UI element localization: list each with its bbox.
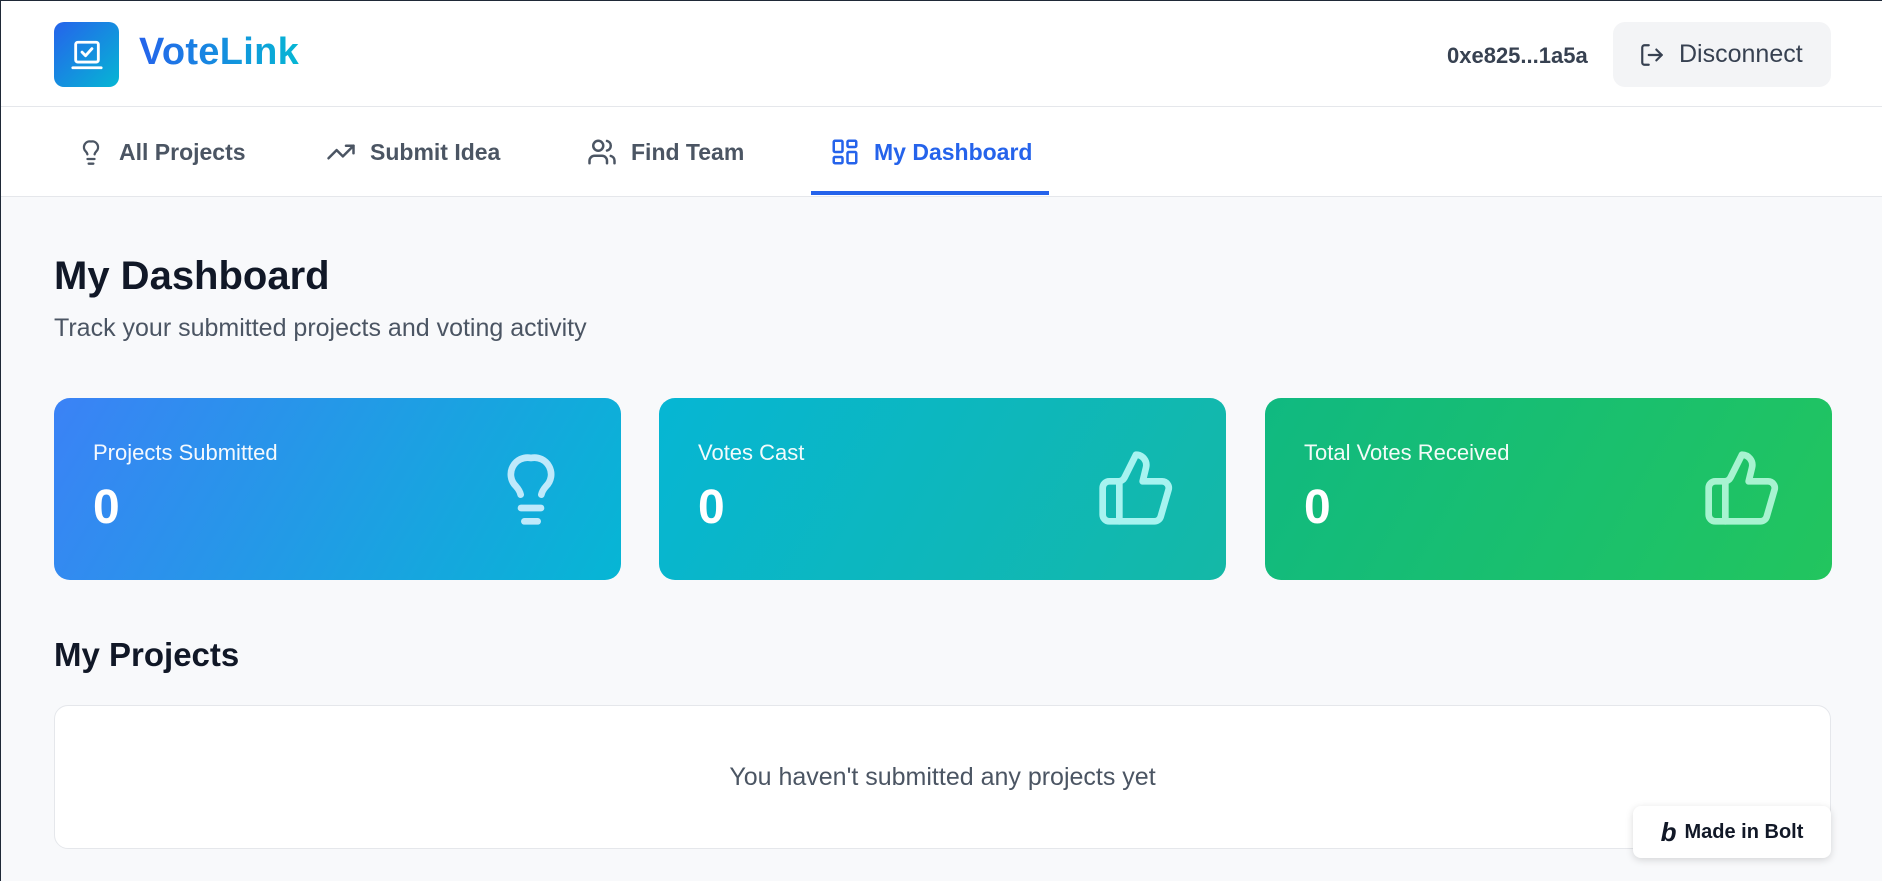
vote-box-icon (70, 40, 103, 69)
app-name: VoteLink (139, 31, 300, 73)
wallet-address: 0xe825...1a5a (1447, 43, 1588, 68)
disconnect-label: Disconnect (1679, 40, 1803, 68)
tab-find-team[interactable]: Find Team (587, 107, 744, 197)
tab-label: Find Team (631, 138, 745, 165)
projects-empty-state: You haven't submitted any projects yet (54, 705, 1831, 849)
my-projects-heading: My Projects (54, 636, 240, 673)
empty-message: You haven't submitted any projects yet (729, 762, 1156, 791)
logo-badge (54, 22, 119, 87)
lightbulb-icon (82, 140, 100, 165)
bolt-logo-icon: b (1660, 816, 1677, 847)
app-frame: VoteLink 0xe825...1a5a Disconnect All Pr… (0, 0, 1882, 881)
made-in-bolt-badge[interactable]: b Made in Bolt (1633, 806, 1831, 858)
trending-up-icon (327, 144, 355, 160)
tab-all-projects[interactable]: All Projects (77, 107, 246, 197)
main-nav: All Projects Submit Idea Find Team My Da… (1, 107, 1882, 197)
tab-my-dashboard[interactable]: My Dashboard (830, 107, 1032, 197)
stat-card-votes-cast: Votes Cast 0 (659, 398, 1226, 580)
dashboard-grid-icon (832, 139, 858, 165)
active-tab-indicator (811, 191, 1049, 195)
stat-card-total-votes-received: Total Votes Received 0 (1265, 398, 1832, 580)
stat-card-projects-submitted: Projects Submitted 0 (54, 398, 621, 580)
tab-label: Submit Idea (370, 138, 501, 165)
page-title: My Dashboard (54, 254, 330, 298)
page-subtitle: Track your submitted projects and voting… (54, 314, 587, 342)
top-header: VoteLink 0xe825...1a5a Disconnect (1, 1, 1882, 107)
lightbulb-icon (507, 454, 555, 525)
tab-label: All Projects (119, 138, 246, 165)
logout-icon (1641, 43, 1663, 66)
thumbs-up-icon (1705, 451, 1779, 525)
users-icon (588, 139, 616, 165)
disconnect-button[interactable]: Disconnect (1613, 22, 1831, 87)
tab-submit-idea[interactable]: Submit Idea (326, 107, 500, 197)
tab-label: My Dashboard (874, 138, 1033, 165)
badge-label: Made in Bolt (1684, 820, 1804, 843)
thumbs-up-icon (1099, 451, 1173, 525)
